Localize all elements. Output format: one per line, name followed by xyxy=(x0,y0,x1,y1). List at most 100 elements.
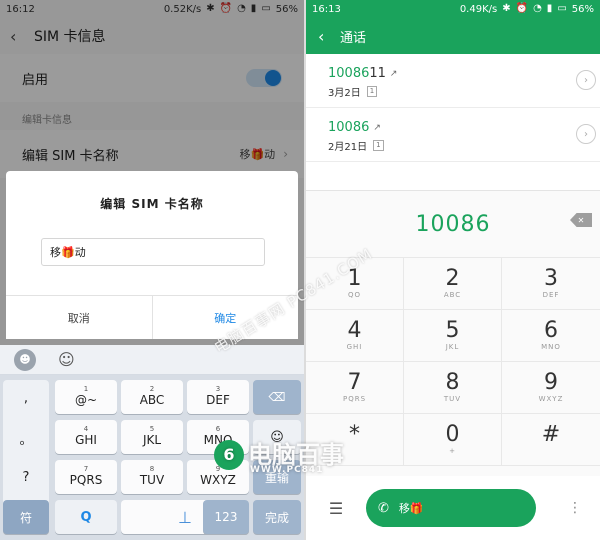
dialpad-digit: 0 xyxy=(445,422,460,448)
key-number: 7 xyxy=(83,465,89,474)
dialpad-letters: DEF xyxy=(542,290,560,299)
phone-icon: ✆ xyxy=(378,500,389,516)
key-letters: TUV xyxy=(139,473,165,488)
page-title: 通话 xyxy=(340,30,367,46)
punctuation-key[interactable]: ? xyxy=(23,470,30,485)
ime-logo-icon: Q xyxy=(80,509,92,525)
status-bar: 16:13 0.49K/s ✱ ⏰ ◔ ▮ ▭ 56% xyxy=(306,0,600,18)
call-number: 10086 xyxy=(328,120,370,135)
outgoing-call-icon: ↗ xyxy=(389,68,398,79)
dialpad-digit: * xyxy=(349,422,360,448)
call-detail-button[interactable]: › xyxy=(576,70,596,90)
key-number: 8 xyxy=(149,465,155,474)
punctuation-key[interactable]: 。 xyxy=(19,429,32,448)
cancel-button[interactable]: 取消 xyxy=(6,296,153,339)
dialpad-key-9[interactable]: 9 WXYZ xyxy=(502,362,600,414)
symbol-key[interactable]: 符 xyxy=(3,500,49,534)
dial-display: 10086 ✕ xyxy=(306,191,600,257)
key-2[interactable]: 2 ABC xyxy=(121,380,183,414)
call-date: 2月21日 xyxy=(328,142,368,153)
key-8[interactable]: 8 TUV xyxy=(121,460,183,494)
dialpad-letters: QO xyxy=(347,290,362,299)
key-letters: GHI xyxy=(75,433,97,448)
dialpad-letters: + xyxy=(449,446,456,455)
call-log-list: 1008611 ↗ 3月2日 1 › 10086 ↗ 2月21日 1 › xyxy=(306,54,600,162)
dialpad-letters: JKL xyxy=(445,342,460,351)
call-detail-button[interactable]: › xyxy=(576,124,596,144)
key-letters: PQRS xyxy=(69,473,103,488)
status-time: 16:13 xyxy=(312,3,341,15)
key-letters: WXYZ xyxy=(200,473,236,488)
backspace-icon[interactable]: ✕ xyxy=(570,213,592,227)
dialpad-letters: ABC xyxy=(443,290,462,299)
key-7[interactable]: 7 PQRS xyxy=(55,460,117,494)
punctuation-key[interactable]: , xyxy=(24,391,28,406)
dialpad-digit: # xyxy=(541,422,561,448)
call-number: 1008611 xyxy=(328,66,386,81)
dialpad-key-3[interactable]: 3 DEF xyxy=(502,258,600,310)
key-4[interactable]: 4 GHI xyxy=(55,420,117,454)
done-key[interactable]: 完成 xyxy=(253,500,301,534)
ime-switch-key[interactable]: Q xyxy=(55,500,117,534)
dialpad: 1 QO 2 ABC 3 DEF 4 GHI 5 JKL 6 MNO 7 PQRS 8 TUV 9 WXYZ * 0 +… xyxy=(306,257,600,466)
key-letters: DEF xyxy=(206,393,230,408)
dialpad-key-7[interactable]: 7 PQRS xyxy=(306,362,404,414)
sim-badge: 1 xyxy=(373,140,384,151)
dialpad-digit: 7 xyxy=(347,370,362,396)
top-app-bar: ‹ 通话 xyxy=(306,18,600,54)
dialog-title: 编辑 SIM 卡名称 xyxy=(100,197,204,211)
battery-icon: ▭ xyxy=(557,3,567,14)
assistant-icon[interactable]: ☻ xyxy=(14,348,36,371)
dialpad-panel: 10086 ✕ 1 QO 2 ABC 3 DEF 4 GHI 5 JKL 6 MNO 7 PQRS 8 TUV… xyxy=(306,190,600,540)
dialpad-key-4[interactable]: 4 GHI xyxy=(306,310,404,362)
sim-badge: 1 xyxy=(366,86,378,97)
dialpad-key-hash[interactable]: # xyxy=(502,414,600,466)
key-number: 3 xyxy=(215,385,221,394)
network-speed: 0.49K/s xyxy=(459,3,498,15)
alarm-icon: ⏰ xyxy=(515,3,529,14)
key-letters: @~ xyxy=(74,393,98,408)
dialpad-letters: MNO xyxy=(541,342,561,351)
sim-name-input[interactable] xyxy=(41,238,265,266)
dialpad-letters: PQRS xyxy=(342,394,367,403)
signal-icon: ▮ xyxy=(546,3,553,14)
emoji-icon[interactable]: ☺ xyxy=(58,350,75,369)
dialpad-digit: 4 xyxy=(347,318,362,344)
dialpad-letters: WXYZ xyxy=(538,394,564,403)
back-arrow-icon[interactable]: ‹ xyxy=(318,27,340,46)
call-log-item[interactable]: 1008611 ↗ 3月2日 1 › xyxy=(306,54,600,108)
key-number: 1 xyxy=(83,385,89,394)
dialpad-digit: 3 xyxy=(544,266,558,292)
dialpad-key-8[interactable]: 8 TUV xyxy=(404,362,502,414)
key-5[interactable]: 5 JKL xyxy=(121,420,183,454)
dialpad-digit: 8 xyxy=(445,370,460,396)
microphone-icon: ⊥ xyxy=(178,507,192,527)
key-number: 2 xyxy=(149,385,155,394)
wifi-icon: ◔ xyxy=(533,3,542,14)
more-icon[interactable]: ⋮ xyxy=(568,500,582,516)
battery-percent: 56% xyxy=(571,3,594,15)
key-letters: ABC xyxy=(139,393,165,408)
key-number: 6 xyxy=(215,425,221,434)
dialpad-key-6[interactable]: 6 MNO xyxy=(502,310,600,362)
call-button[interactable]: ✆ 移🎁 xyxy=(366,489,536,527)
dialer-bottom-bar: ☰ ✆ 移🎁 ⋮ xyxy=(306,476,600,540)
numeric-key[interactable]: 123 xyxy=(203,500,249,534)
dialpad-key-0[interactable]: 0 + xyxy=(404,414,502,466)
key-1[interactable]: 1 @~ xyxy=(55,380,117,414)
dialpad-digit: 9 xyxy=(544,370,558,396)
dialpad-key-5[interactable]: 5 JKL xyxy=(404,310,502,362)
dialed-number[interactable]: 10086 xyxy=(416,212,491,237)
outgoing-call-icon: ↗ xyxy=(373,122,381,133)
dialpad-letters: GHI xyxy=(346,342,363,351)
key-letters: JKL xyxy=(142,433,162,448)
dialpad-digit: 5 xyxy=(445,318,460,344)
logo-icon: 6 xyxy=(214,440,244,470)
key-3[interactable]: 3 DEF xyxy=(187,380,249,414)
menu-icon[interactable]: ☰ xyxy=(306,499,366,518)
dialpad-key-2[interactable]: 2 ABC xyxy=(404,258,502,310)
watermark-sub: WWW.PC841 xyxy=(250,465,324,475)
call-log-item[interactable]: 10086 ↗ 2月21日 1 › xyxy=(306,108,600,162)
dialpad-letters: TUV xyxy=(443,394,462,403)
delete-key[interactable]: ⌫ xyxy=(253,380,301,414)
